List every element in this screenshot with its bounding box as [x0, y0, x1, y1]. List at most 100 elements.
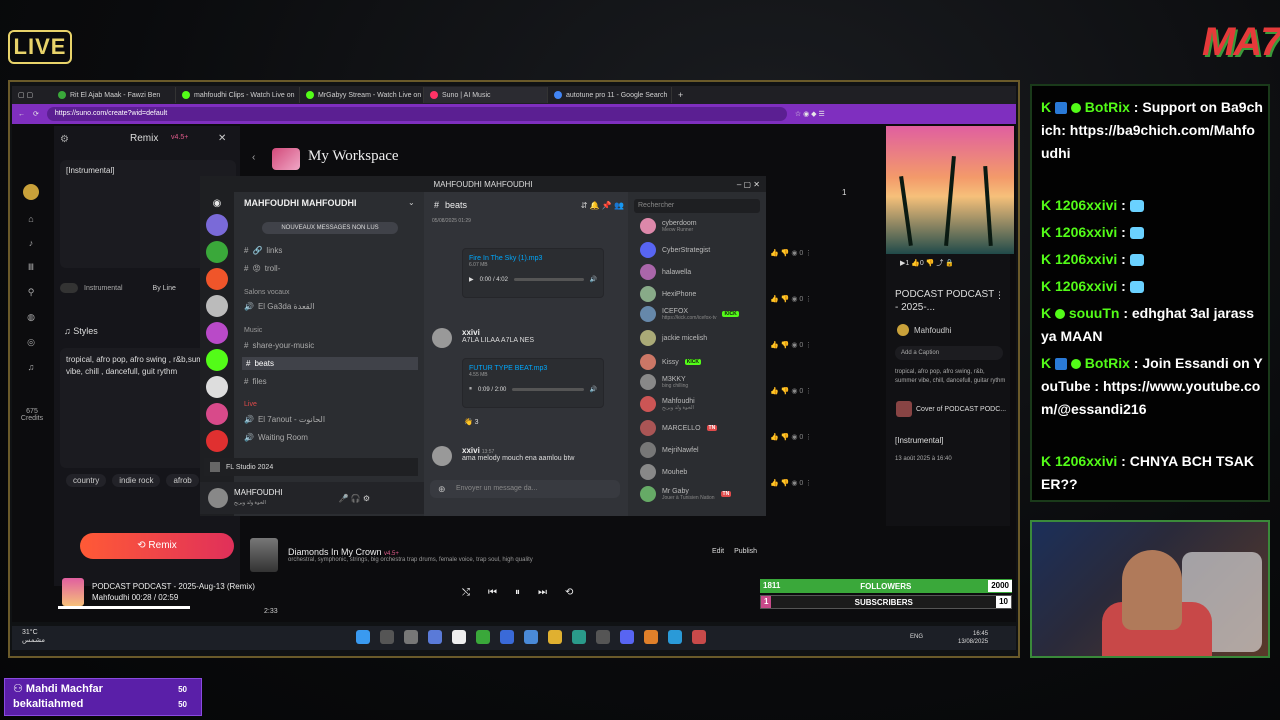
member-item[interactable]: halawella — [640, 264, 760, 280]
member-item[interactable]: jackie micelish — [640, 330, 760, 346]
member-item[interactable]: HexiPhone — [640, 286, 760, 302]
shuffle-icon[interactable]: ⤭ — [462, 587, 470, 598]
avatar[interactable] — [640, 330, 656, 346]
channel-beats[interactable]: # beats — [242, 357, 418, 370]
card-actions[interactable]: ▶1 👍0 👎 ⤴ 🔒 — [900, 258, 954, 268]
voice-channel[interactable]: 🔊 El Ga3da القعدة — [244, 302, 315, 311]
instrumental-toggle[interactable] — [60, 283, 78, 293]
repeat-icon[interactable]: ⟲ — [565, 587, 573, 598]
unread-banner[interactable]: NOUVEAUX MESSAGES NON LUS — [262, 222, 398, 234]
member-item[interactable]: M3KKY bing chilling — [640, 374, 760, 390]
server-icon[interactable] — [206, 268, 228, 290]
volume-icon[interactable]: 🔊 — [590, 276, 597, 283]
avatar[interactable] — [640, 242, 656, 258]
avatar[interactable] — [640, 354, 656, 370]
version-badge[interactable]: v4.5+ — [171, 134, 188, 141]
home-icon[interactable]: ⌂ — [28, 214, 33, 224]
previous-icon[interactable]: ⏮ — [488, 587, 497, 598]
avatar[interactable] — [640, 396, 656, 412]
player-title[interactable]: PODCAST PODCAST - 2025-Aug-13 (Remix) — [92, 581, 292, 592]
chat-username[interactable]: 1206xxivi — [1055, 224, 1117, 240]
new-tab-icon[interactable]: + — [672, 90, 683, 100]
taskview-icon[interactable] — [404, 630, 418, 644]
window-controls-icon[interactable]: – ▢ ✕ — [737, 180, 760, 189]
search-icon[interactable]: ⚲ — [28, 287, 35, 298]
radio-icon[interactable]: ◍ — [27, 312, 35, 323]
next-icon[interactable]: ⏭ — [538, 587, 547, 598]
play-icon[interactable]: ▶ — [469, 276, 474, 283]
pause-icon[interactable]: ⏸ — [469, 386, 472, 393]
chat-username[interactable]: 1206xxivi — [1055, 453, 1117, 469]
member-item[interactable]: CyberStrategist — [640, 242, 760, 258]
app-icon[interactable] — [452, 630, 466, 644]
server-icon[interactable] — [206, 295, 228, 317]
like-icon[interactable]: 👍 👎 ◉ 0 ⋮ — [770, 341, 812, 349]
avatar[interactable] — [640, 218, 656, 234]
url-input[interactable]: https://suno.com/create?wid=default — [46, 107, 787, 121]
member-item[interactable]: Mahfoudhi الخوة ولد ويربح — [640, 396, 760, 412]
app-icon[interactable] — [644, 630, 658, 644]
like-icon[interactable]: 👍 👎 ◉ 0 ⋮ — [770, 387, 812, 395]
channel-share-your-music[interactable]: # share-your-music — [244, 341, 314, 350]
avatar[interactable] — [640, 464, 656, 480]
tab-0[interactable]: Rit El Ajab Maak - Fawzi Ben — [52, 87, 176, 103]
cover-of-link[interactable]: Cover of PODCAST PODC... — [896, 398, 1008, 420]
reaction[interactable]: 👋 3 — [464, 418, 654, 426]
audio-progress[interactable] — [513, 278, 584, 281]
app-icon[interactable] — [548, 630, 562, 644]
chevron-down-icon[interactable]: ⌄ — [408, 198, 415, 207]
chat-username[interactable]: 1206xxivi — [1055, 278, 1117, 294]
back-arrow-icon[interactable]: ‹ — [252, 152, 255, 163]
member-item[interactable]: MARCELLO TN — [640, 420, 760, 436]
message-input[interactable]: Envoyer un message da... — [430, 480, 620, 498]
song-author[interactable]: Mahfoudhi — [914, 326, 951, 335]
category-live[interactable]: Live — [244, 401, 257, 408]
server-icon[interactable] — [206, 403, 228, 425]
avatar[interactable] — [640, 420, 656, 436]
chat-username[interactable]: 1206xxivi — [1055, 197, 1117, 213]
edit-button[interactable]: Edit — [712, 548, 724, 555]
chip[interactable]: afrob — [166, 474, 199, 487]
explore-icon[interactable]: ◎ — [27, 337, 35, 348]
category-music[interactable]: Music — [244, 327, 262, 334]
app-icon[interactable] — [596, 630, 610, 644]
window-controls-icon[interactable]: ▢ ▢ — [12, 91, 52, 99]
voice-channel[interactable]: 🔊 Waiting Room — [244, 433, 308, 442]
table-row[interactable]: Diamonds In My Crown v4.5+ orchestral, s… — [250, 536, 880, 574]
chat-username[interactable]: BotRix — [1085, 355, 1130, 371]
tab-1[interactable]: mahfoudhi Clips - Watch Live on — [176, 87, 300, 103]
tab-3[interactable]: Suno | AI Music — [424, 87, 548, 103]
member-item[interactable]: Kissy KICK — [640, 354, 760, 370]
chat-username[interactable]: souuTn — [1069, 305, 1120, 321]
publish-button[interactable]: Publish — [734, 548, 757, 555]
channel-links[interactable]: # 🔗 links — [244, 246, 282, 255]
close-icon[interactable]: ✕ — [218, 133, 226, 144]
chip[interactable]: country — [66, 474, 107, 487]
app-icon[interactable] — [524, 630, 538, 644]
audio-attachment[interactable]: Fire In The Sky (1).mp3 6.07 MB ▶ 0:00 / … — [462, 248, 604, 298]
app-icon[interactable] — [572, 630, 586, 644]
server-icon[interactable] — [206, 376, 228, 398]
extensions-icon[interactable]: ☆ ◉ ◆ ☰ — [795, 110, 825, 118]
more-icon[interactable]: ⋮ — [995, 290, 1004, 301]
audio-progress[interactable] — [512, 388, 584, 391]
category-voice[interactable]: Salons vocaux — [244, 289, 290, 296]
reload-icon[interactable]: ⟳ — [33, 110, 39, 118]
player-progress-bar[interactable] — [58, 606, 191, 609]
avatar[interactable] — [640, 264, 656, 280]
app-icon[interactable] — [692, 630, 706, 644]
server-icon[interactable] — [206, 349, 228, 371]
avatar[interactable] — [432, 328, 452, 348]
bell-icon[interactable]: ♫ — [28, 362, 35, 372]
weather-widget[interactable]: 31°C مشمس — [22, 629, 45, 645]
audio-attachment[interactable]: FUTUR TYPE BEAT.mp3 4.55 MB ⏸ 0:09 / 2:00… — [462, 358, 604, 408]
channel-files[interactable]: # files — [244, 377, 267, 386]
discord-icon[interactable]: ◉ — [213, 198, 222, 209]
clock[interactable]: 16:45 13/08/2025 — [958, 630, 988, 646]
channel-troll[interactable]: # 😡 troll- — [244, 264, 280, 273]
member-item[interactable]: cyberdoom Meow Runner — [640, 218, 760, 234]
avatar[interactable] — [23, 184, 39, 200]
tab-4[interactable]: autotune pro 11 - Google Search — [548, 87, 672, 103]
pause-icon[interactable]: ⏸ — [515, 587, 520, 598]
server-icon[interactable] — [206, 322, 228, 344]
